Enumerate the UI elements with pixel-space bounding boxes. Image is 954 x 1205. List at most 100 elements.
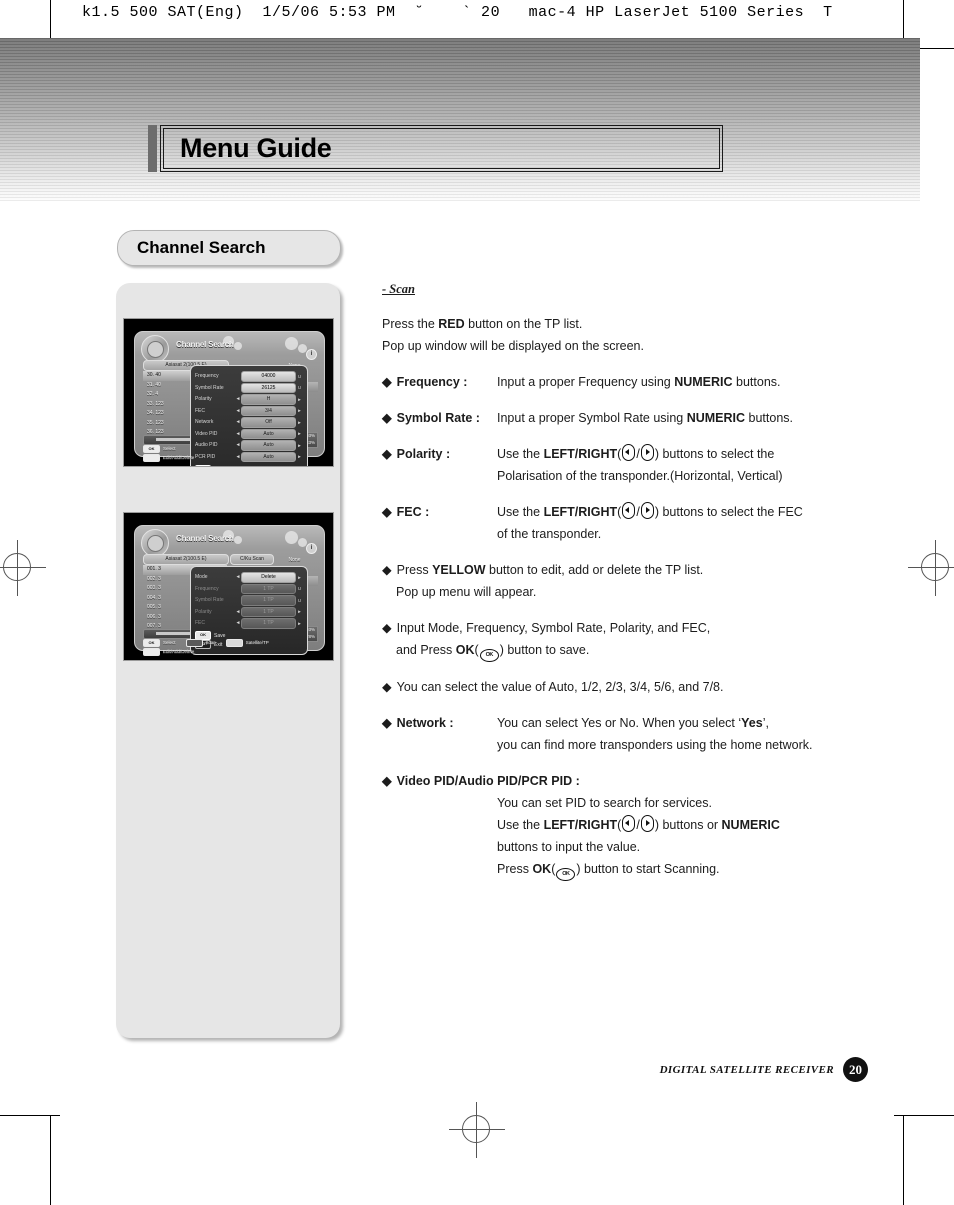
legend-satellite-tp[interactable]: Satellite/TP — [225, 638, 269, 647]
right-arrow-key-icon — [640, 502, 654, 519]
item-network: ◆ Network : You can select Yes or No. Whe… — [382, 712, 852, 756]
paren-open: ( — [474, 643, 479, 657]
row-unit: U — [297, 373, 302, 379]
row-value[interactable]: Delete — [241, 572, 296, 583]
legend-edit[interactable]: Edit/Add/Delete — [143, 453, 195, 462]
bullet-fec-values: ◆ You can select the value of Auto, 1/2, … — [382, 676, 852, 698]
slash: / — [636, 447, 640, 461]
legend-label: Select — [163, 446, 176, 452]
right-arrow-icon[interactable]: ► — [296, 420, 303, 425]
satellite-tab-2[interactable]: Asiasat 2(100.5 E) — [143, 554, 229, 565]
bullet-icon: ◆ — [382, 505, 392, 519]
page-title-block: Menu Guide — [148, 125, 725, 172]
dialog-row-fec[interactable]: FEC ◄ 3/4 ► — [195, 405, 303, 416]
legend-label: Satellite/TP — [245, 640, 269, 646]
right-arrow-icon[interactable]: ► — [296, 397, 303, 402]
row-value[interactable]: 26125 — [241, 382, 296, 393]
row-value[interactable]: 3/4 — [241, 405, 296, 416]
item-label-text: Symbol Rate : — [396, 411, 480, 425]
item-desc: You can select Yes or No. When you selec… — [497, 712, 852, 756]
ok-keyword: OK — [532, 862, 552, 876]
registration-mark-right — [908, 540, 954, 596]
crop-mark-bottom-right-h — [894, 1115, 954, 1116]
text-a: and Press — [396, 643, 456, 657]
item-desc-line2: of the transponder. — [497, 527, 602, 541]
decoration-dot-c — [285, 337, 298, 350]
legend-select[interactable]: OK Select — [143, 638, 176, 647]
paren-open: ( — [617, 505, 622, 519]
leftright-keyword: LEFT/RIGHT — [543, 447, 618, 461]
dialog-row-network[interactable]: Network ◄ Off ► — [195, 417, 303, 428]
desc-c: ) buttons to select the — [654, 447, 775, 461]
row-label: Video PID — [195, 430, 218, 437]
decoration-dot-b — [234, 536, 242, 544]
numeric-keyword: NUMERIC — [686, 411, 746, 425]
legend-select[interactable]: OK Select — [143, 444, 176, 453]
dialog-footer-1: OK Scan EXIT Exit — [195, 464, 303, 466]
dialog-row-mode[interactable]: Mode ◄ Delete ► — [195, 572, 303, 583]
crop-mark-bottom-left-h — [0, 1115, 60, 1116]
dialog-row-video-pid[interactable]: Video PID ◄ Auto ► — [195, 428, 303, 439]
yellow-keyword: YELLOW — [432, 563, 486, 577]
item-desc-line2: Polarisation of the transponder.(Horizon… — [497, 469, 783, 483]
row-value[interactable]: Off — [241, 417, 296, 428]
osd-window-2: Channel Search i Asiasat 2(100.5 E) C/Ku… — [134, 525, 325, 656]
dialog-row-symbol-rate: Symbol Rate ◄ 1 TP U — [195, 595, 303, 606]
bullet-icon: ◆ — [382, 716, 392, 730]
footer-hint-scan[interactable]: OK Scan — [195, 464, 303, 466]
hint-label: Save — [214, 632, 226, 639]
legend-label: Edit/Add/Delete — [163, 455, 195, 461]
row-label: FEC — [195, 407, 205, 414]
bullet-icon: ◆ — [382, 621, 392, 635]
row-unit: U — [297, 586, 302, 592]
row-unit: U — [297, 385, 302, 391]
legend-scan[interactable]: Scan — [185, 638, 216, 647]
pid-label: ◆ Video PID/Audio PID/PCR PID : — [382, 774, 580, 788]
item-frequency: ◆ Frequency : Input a proper Frequency us… — [382, 371, 852, 393]
intro-line-2: Pop up window will be displayed on the s… — [382, 339, 644, 353]
row-value[interactable]: H — [241, 394, 296, 405]
section-pill: Channel Search — [117, 230, 341, 266]
bullet-icon: ◆ — [382, 375, 392, 389]
text-a: You can select the value of Auto, 1/2, 2… — [396, 680, 724, 694]
intro-line-1: Press the RED button on the TP list. — [382, 313, 852, 335]
text-a: Input Mode, Frequency, Symbol Rate, Pola… — [396, 621, 711, 635]
legend-edit[interactable]: Edit/Add/Delete — [143, 647, 194, 656]
right-arrow-icon[interactable]: ► — [296, 408, 303, 413]
instructions-column: - Scan Press the RED button on the TP li… — [382, 282, 852, 881]
ok-key-icon: OK — [556, 868, 576, 881]
title-accent-bar — [148, 125, 157, 172]
bullet-yellow: ◆ Press YELLOW button to edit, add or del… — [382, 559, 852, 603]
tp-tab-2[interactable]: C/Ku Scan — [230, 554, 274, 565]
page-number: 20 — [843, 1057, 868, 1082]
desc-c: buttons. — [732, 375, 781, 389]
item-label: ◆ Symbol Rate : — [382, 407, 497, 429]
numeric-keyword: NUMERIC — [721, 818, 780, 832]
pid-line-1: You can set PID to search for services. — [497, 796, 712, 810]
numeric-keyword: NUMERIC — [674, 375, 733, 389]
satellite-dish-icon — [141, 529, 169, 557]
page-title: Menu Guide — [180, 133, 332, 163]
dialog-row-polarity[interactable]: Polarity ◄ H ► — [195, 394, 303, 405]
yellow-key-icon — [143, 647, 160, 656]
bullet-input-mode: ◆ Input Mode, Frequency, Symbol Rate, Pol… — [382, 617, 852, 662]
right-arrow-icon: ► — [297, 620, 302, 626]
intro-text-c: button on the TP list. — [464, 317, 583, 331]
right-arrow-icon[interactable]: ► — [296, 431, 303, 436]
dialog-row-symbol-rate[interactable]: Symbol Rate ◄ 26125 U — [195, 382, 303, 393]
row-label: Polarity — [195, 396, 212, 403]
red-button-keyword: RED — [438, 317, 465, 331]
dialog-row-frequency[interactable]: Frequency ◄ 04000 U — [195, 371, 303, 382]
right-arrow-icon[interactable]: ► — [296, 575, 303, 580]
blue-key-icon — [225, 638, 243, 647]
bullet-icon: ◆ — [382, 411, 392, 425]
item-desc: Use the LEFT/RIGHT(/) buttons to select … — [497, 443, 852, 487]
row-value[interactable]: 04000 — [241, 371, 296, 382]
desc-a: Input a proper Frequency using — [497, 375, 675, 389]
ok-key-icon: OK — [143, 444, 160, 453]
item-label: ◆ Network : — [382, 712, 497, 756]
item-label: ◆ FEC : — [382, 501, 497, 545]
item-polarity: ◆ Polarity : Use the LEFT/RIGHT(/) button… — [382, 443, 852, 487]
row-label: Frequency — [195, 585, 219, 592]
row-value[interactable]: Auto — [241, 428, 296, 439]
